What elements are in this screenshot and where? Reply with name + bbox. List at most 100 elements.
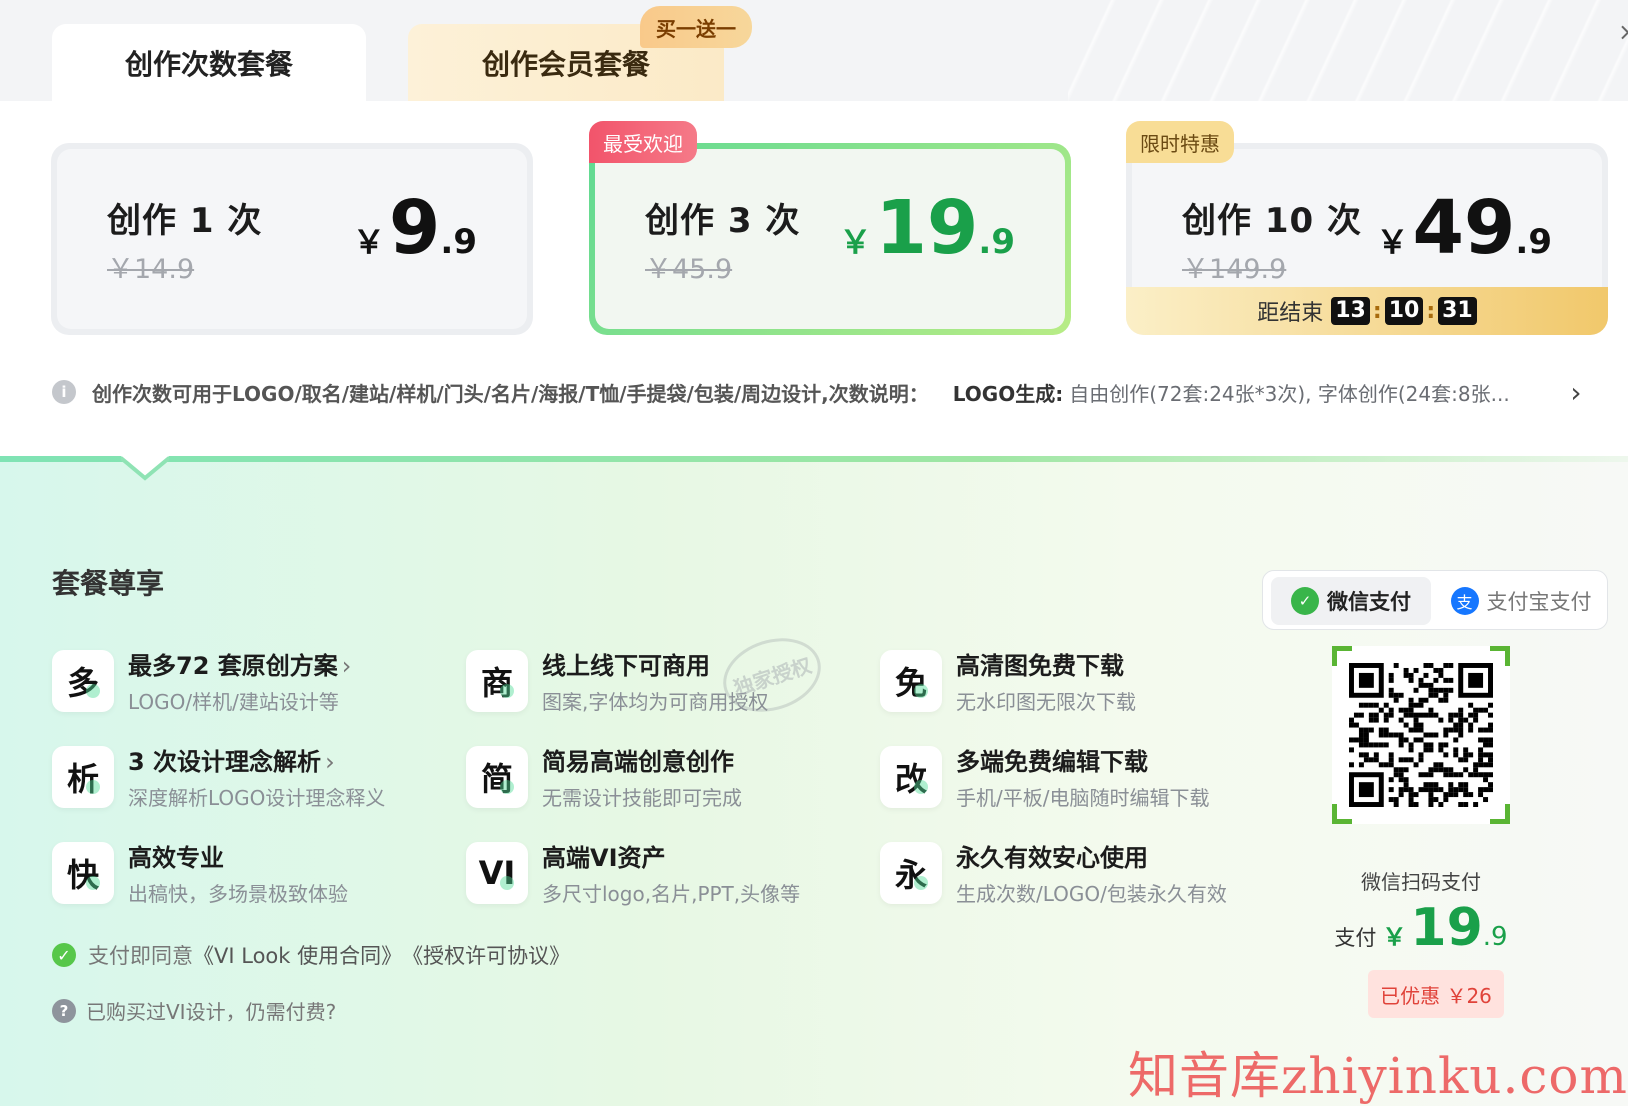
plan-price: ￥ 9 .9 (353, 191, 477, 265)
plan-card-10[interactable]: 限时特惠 创作 10 次 ￥149.9 ￥ 49 .9 距结束 13 : 10 … (1126, 121, 1608, 335)
license-link[interactable]: 《授权许可协议》 (402, 940, 570, 970)
discount-badge: 已优惠 ￥26 (1368, 970, 1504, 1018)
benefit-title-text: 高端VI资产 (542, 844, 666, 872)
usage-info-key: LOGO生成: (952, 381, 1064, 406)
plan-title: 创作 3 次 (645, 201, 801, 241)
benefit-icon: VI (466, 842, 528, 904)
decorative-stripes (1068, 0, 1628, 101)
countdown-separator: : (1426, 298, 1436, 324)
benefit-title-text: 高效专业 (128, 844, 224, 872)
currency-symbol: ￥ (352, 223, 385, 261)
benefit-icon: 商 (466, 650, 528, 712)
benefits-title: 套餐尊享 (52, 567, 165, 600)
countdown-seconds: 31 (1438, 297, 1477, 325)
benefit-title-text: 简易高端创意创作 (542, 748, 734, 776)
promo-badge: 买一送一 (640, 6, 752, 48)
plan-price: ￥ 49 .9 (1376, 191, 1552, 265)
benefit-item[interactable]: 多最多72 套原创方案 › LOGO/样机/建站设计等 (52, 646, 432, 718)
benefit-title-text: 最多72 套原创方案 (128, 652, 338, 680)
price-decimal: .9 (978, 222, 1015, 262)
already-purchased-question[interactable]: ? 已购买过VI设计，仍需付费? (52, 996, 336, 1025)
benefit-icon: 免 (880, 650, 942, 712)
qr-caption: 微信扫码支付 (1361, 870, 1481, 894)
tab-label: 创作次数套餐 (124, 47, 293, 81)
price-decimal: .9 (1515, 222, 1552, 262)
countdown-separator: : (1372, 298, 1382, 324)
close-icon[interactable]: × (1618, 18, 1628, 48)
agreement-prefix: 支付即同意 (88, 944, 193, 968)
plan-title: 创作 1 次 (107, 201, 263, 241)
plan-card-1[interactable]: 创作 1 次 ￥14.9 ￥ 9 .9 (51, 143, 533, 335)
benefit-item: 改多端免费编辑下载手机/平板/电脑随时编辑下载 (880, 742, 1260, 814)
chevron-right-icon[interactable]: › (342, 652, 352, 680)
payment-method-tabs: ✓ 微信支付 支 支付宝支付 (1262, 570, 1608, 630)
benefit-item: 快高效专业 出稿快，多场景极致体验 (52, 838, 432, 910)
countdown-bar: 距结束 13 : 10 : 31 (1126, 287, 1608, 335)
benefit-title: 永久有效安心使用 (956, 838, 1148, 873)
amount-integer: 19 (1410, 898, 1483, 958)
plan-price: ￥ 19 .9 (839, 191, 1015, 265)
question-text: 已购买过VI设计，仍需付费? (86, 1000, 337, 1024)
benefit-title-text: 3 次设计理念解析 (128, 748, 322, 776)
benefit-title-text: 线上线下可商用 (542, 652, 710, 680)
agreement-row[interactable]: ✓ 支付即同意 《VI Look 使用合同》 《授权许可协议》 (52, 940, 570, 970)
benefit-description: LOGO/样机/建站设计等 (128, 690, 339, 714)
usage-info-text: 创作次数可用于LOGO/取名/建站/样机/门头/名片/海报/T恤/手提袋/包装/… (92, 381, 929, 406)
usage-info-detail: 自由创作(72套:24张*3次), 字体创作(24套:8张... (1069, 381, 1510, 406)
benefit-icon: 多 (52, 650, 114, 712)
tab-count-plans[interactable]: 创作次数套餐 (52, 24, 366, 101)
benefit-description: 手机/平板/电脑随时编辑下载 (956, 786, 1210, 810)
benefit-title: 简易高端创意创作 (542, 742, 734, 777)
price-integer: 49 (1412, 185, 1516, 271)
benefit-description: 无水印图无限次下载 (956, 690, 1136, 714)
price-integer: 19 (875, 185, 979, 271)
site-watermark: 知音库zhiyinku.com (1128, 1047, 1628, 1105)
benefit-icon: 改 (880, 746, 942, 808)
benefit-item[interactable]: 析 3 次设计理念解析 › 深度解析LOGO设计理念释义 (52, 742, 432, 814)
plan-title: 创作 10 次 (1182, 201, 1362, 241)
benefit-title: 线上线下可商用 (542, 646, 710, 681)
benefit-description: 出稿快，多场景极致体验 (128, 882, 348, 906)
payment-amount: 支付 ￥ 19 .9 (1332, 902, 1510, 954)
currency-symbol: ￥ (1382, 923, 1407, 951)
currency-symbol: ￥ (1376, 223, 1409, 261)
benefit-icon: 永 (880, 842, 942, 904)
benefit-title-text: 多端免费编辑下载 (956, 748, 1148, 776)
wechat-pay-tab[interactable]: ✓ 微信支付 (1271, 577, 1431, 625)
benefit-title: 高清图免费下载 (956, 646, 1124, 681)
countdown-label: 距结束 (1257, 301, 1324, 326)
chevron-right-icon[interactable]: › (1560, 376, 1592, 409)
benefit-title: 最多72 套原创方案 › (128, 646, 351, 681)
payment-method-label: 支付宝支付 (1486, 590, 1592, 614)
tab-pointer-notch (121, 456, 169, 481)
countdown-minutes: 10 (1384, 297, 1424, 325)
panel-top-border (0, 456, 1628, 462)
popular-badge: 最受欢迎 (589, 121, 697, 163)
benefit-item: 简简易高端创意创作无需设计技能即可完成 (466, 742, 846, 814)
benefit-icon: 简 (466, 746, 528, 808)
qr-corner (1490, 804, 1510, 824)
benefit-title: 高端VI资产 (542, 838, 666, 873)
limited-offer-badge: 限时特惠 (1126, 121, 1234, 163)
alipay-tab[interactable]: 支 支付宝支付 (1441, 577, 1601, 625)
benefit-description: 无需设计技能即可完成 (542, 786, 742, 810)
usage-info-row[interactable]: i 创作次数可用于LOGO/取名/建站/样机/门头/名片/海报/T恤/手提袋/包… (52, 376, 1592, 409)
benefit-title-text: 永久有效安心使用 (956, 844, 1148, 872)
contract-link[interactable]: 《VI Look 使用合同》 (193, 940, 402, 970)
wechat-icon: ✓ (1291, 587, 1319, 615)
benefit-title: 高效专业 (128, 838, 224, 873)
payment-method-label: 微信支付 (1327, 590, 1411, 614)
chevron-right-icon[interactable]: › (325, 748, 335, 776)
benefit-description: 深度解析LOGO设计理念释义 (128, 786, 386, 810)
price-integer: 9 (388, 185, 441, 271)
benefit-title: 3 次设计理念解析 › (128, 742, 335, 777)
plan-card-3[interactable]: 最受欢迎 创作 3 次 ￥45.9 ￥ 19 .9 (589, 121, 1071, 335)
currency-symbol: ￥ (839, 223, 872, 261)
benefit-item: 永永久有效安心使用 生成次数/LOGO/包装永久有效 (880, 838, 1260, 910)
benefit-icon: 析 (52, 746, 114, 808)
alipay-icon: 支 (1450, 587, 1479, 615)
check-icon[interactable]: ✓ (52, 943, 76, 967)
price-decimal: .9 (440, 222, 477, 262)
plan-original-price: ￥14.9 (107, 254, 195, 285)
qr-corner (1332, 804, 1352, 824)
